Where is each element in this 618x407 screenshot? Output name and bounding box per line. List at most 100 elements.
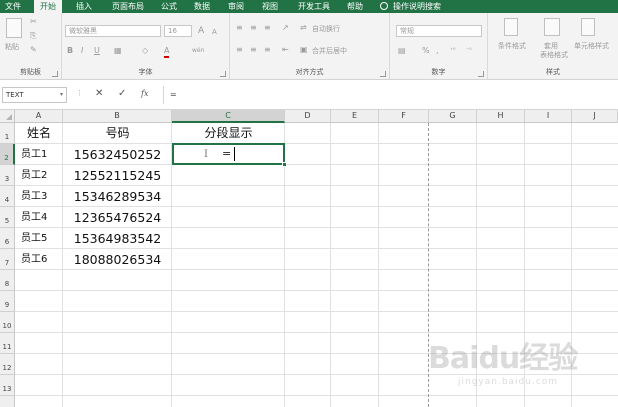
conditional-format-button[interactable]: 条件格式	[498, 41, 526, 51]
fill-handle[interactable]	[282, 162, 287, 167]
decrease-decimal-icon[interactable]: ⁻⁰	[466, 46, 472, 56]
font-launcher-icon[interactable]	[220, 71, 226, 77]
cell-c1[interactable]: 分段显示	[172, 123, 285, 144]
menu-help[interactable]: 帮助	[345, 0, 365, 13]
fill-color-icon[interactable]: ◇	[142, 46, 148, 56]
wrap-text-button[interactable]: 自动换行	[312, 24, 340, 34]
cell-b2[interactable]: 15632450252	[63, 144, 172, 165]
column-header-b[interactable]: B	[63, 110, 172, 123]
merge-icon[interactable]: ▣	[300, 45, 308, 55]
menu-developer[interactable]: 开发工具	[294, 0, 334, 13]
row-header-10[interactable]: 10	[0, 312, 15, 333]
cell-b4[interactable]: 15346289534	[63, 186, 172, 207]
cut-icon[interactable]: ✂	[30, 17, 37, 27]
grow-font-icon[interactable]: A	[198, 26, 204, 36]
align-right-icon[interactable]: ≡	[264, 45, 271, 55]
number-launcher-icon[interactable]	[478, 71, 484, 77]
table-format-icon[interactable]	[544, 18, 560, 36]
clipboard-launcher-icon[interactable]	[52, 71, 58, 77]
paste-icon[interactable]	[6, 18, 22, 38]
cell-a5[interactable]: 员工4	[15, 207, 63, 228]
column-header-e[interactable]: E	[331, 110, 379, 123]
row-header-2[interactable]: 2	[0, 144, 15, 165]
number-format-select[interactable]: 常规	[396, 25, 482, 37]
column-header-c[interactable]: C	[172, 110, 285, 123]
align-top-icon[interactable]: ≡	[236, 23, 243, 33]
menu-formulas[interactable]: 公式	[159, 0, 179, 13]
font-size-select[interactable]: 16	[164, 25, 192, 37]
copy-icon[interactable]: ⎘	[30, 31, 36, 41]
conditional-format-icon[interactable]	[504, 18, 518, 36]
column-header-i[interactable]: I	[525, 110, 572, 123]
menu-insert[interactable]: 插入	[74, 0, 94, 13]
column-header-h[interactable]: H	[477, 110, 525, 123]
column-header-g[interactable]: G	[429, 110, 477, 123]
border-icon[interactable]: ▦	[114, 46, 122, 56]
chevron-down-icon[interactable]: ▾	[60, 88, 63, 102]
italic-button[interactable]: I	[81, 46, 83, 56]
increase-decimal-icon[interactable]: ⁺⁰	[450, 46, 456, 56]
select-all-corner[interactable]	[0, 110, 15, 123]
column-header-f[interactable]: F	[379, 110, 429, 123]
confirm-entry-button[interactable]: ✓	[118, 88, 126, 100]
cell-a4[interactable]: 员工3	[15, 186, 63, 207]
align-bottom-icon[interactable]: ≡	[264, 23, 271, 33]
column-header-j[interactable]: J	[572, 110, 618, 123]
percent-button[interactable]: %	[422, 46, 430, 56]
name-box[interactable]: TEXT ▾	[2, 87, 67, 103]
phonetic-button[interactable]: wén	[192, 46, 204, 56]
alignment-launcher-icon[interactable]	[380, 71, 386, 77]
wrap-text-icon[interactable]: ⇌	[300, 23, 307, 33]
align-center-icon[interactable]: ≡	[250, 45, 257, 55]
cell-a6[interactable]: 员工5	[15, 228, 63, 249]
row-header-1[interactable]: 1	[0, 123, 15, 144]
cell-b5[interactable]: 12365476524	[63, 207, 172, 228]
row-header-6[interactable]: 6	[0, 228, 15, 249]
indent-icon[interactable]: ⇤	[282, 45, 289, 55]
cell-a3[interactable]: 员工2	[15, 165, 63, 186]
insert-function-button[interactable]: fx	[141, 88, 148, 100]
underline-button[interactable]: U	[94, 46, 100, 56]
cancel-entry-button[interactable]: ✕	[95, 88, 103, 100]
format-painter-icon[interactable]: ✎	[30, 45, 37, 55]
formula-bar-separator[interactable]: ⋮	[76, 89, 83, 97]
formula-input[interactable]: =	[163, 86, 618, 104]
cell-b3[interactable]: 12552115245	[63, 165, 172, 186]
cell-a1[interactable]: 姓名	[15, 123, 63, 144]
tell-me-search[interactable]: 操作说明搜索	[380, 0, 470, 13]
column-header-a[interactable]: A	[15, 110, 63, 123]
font-color-button[interactable]: A	[164, 46, 170, 58]
menu-view[interactable]: 视图	[260, 0, 280, 13]
row-header-8[interactable]: 8	[0, 270, 15, 291]
menu-data[interactable]: 数据	[192, 0, 212, 13]
row-header-13[interactable]: 13	[0, 375, 15, 396]
menu-page-layout[interactable]: 页面布局	[109, 0, 147, 13]
shrink-font-icon[interactable]: A	[212, 27, 217, 37]
cell-a7[interactable]: 员工6	[15, 249, 63, 270]
cell-styles-icon[interactable]	[581, 18, 595, 36]
cell-a2[interactable]: 员工1	[15, 144, 63, 165]
row-header-3[interactable]: 3	[0, 165, 15, 186]
column-header-d[interactable]: D	[285, 110, 331, 123]
row-header-7[interactable]: 7	[0, 249, 15, 270]
bold-button[interactable]: B	[67, 46, 73, 56]
accounting-format-icon[interactable]: ▤	[398, 46, 406, 56]
cell-b6[interactable]: 15364983542	[63, 228, 172, 249]
menu-home[interactable]: 开始	[34, 0, 62, 13]
row-header-14[interactable]: 14	[0, 396, 15, 407]
font-name-select[interactable]: 微软雅黑	[65, 25, 161, 37]
cell-b7[interactable]: 18088026534	[63, 249, 172, 270]
align-middle-icon[interactable]: ≡	[250, 23, 257, 33]
cell-b1[interactable]: 号码	[63, 123, 172, 144]
menu-review[interactable]: 审阅	[226, 0, 246, 13]
row-header-5[interactable]: 5	[0, 207, 15, 228]
menu-file[interactable]: 文件	[3, 0, 23, 13]
cell-styles-button[interactable]: 单元格样式	[574, 41, 609, 51]
row-header-11[interactable]: 11	[0, 333, 15, 354]
row-header-12[interactable]: 12	[0, 354, 15, 375]
align-left-icon[interactable]: ≡	[236, 45, 243, 55]
row-header-9[interactable]: 9	[0, 291, 15, 312]
merge-center-button[interactable]: 合并后居中	[312, 46, 347, 56]
orientation-icon[interactable]: ↗	[282, 23, 289, 33]
row-header-4[interactable]: 4	[0, 186, 15, 207]
